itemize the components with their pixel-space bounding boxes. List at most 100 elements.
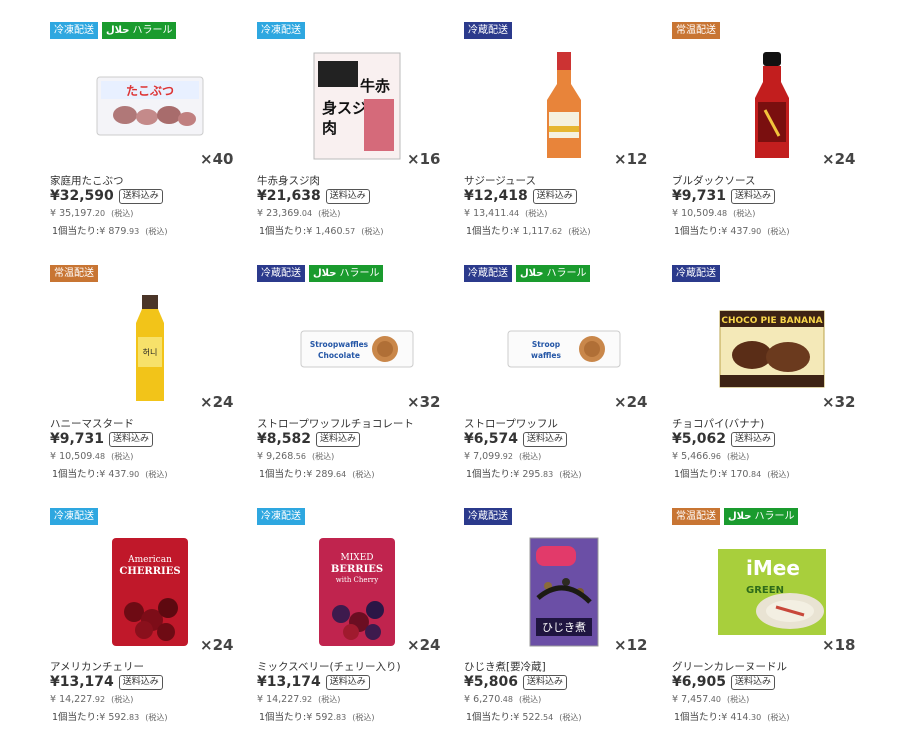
unit-price-label: 1個当たり: [259, 712, 307, 723]
product-card[interactable]: 冷蔵配送 حلال ハラール Stroop waffles ×24 ストロープワッフル… [464, 265, 664, 495]
shipping-included-badge: 送料込み [316, 431, 361, 447]
chocopie-box-icon[interactable]: CHOCO PIE BANANA [712, 289, 832, 409]
unit-tax-label: (税込) [352, 713, 375, 722]
tax-label: (税込) [733, 209, 756, 218]
unit-price-main: ¥ 414 [721, 712, 749, 723]
unit-price-decimal: .83 [333, 713, 347, 722]
tax-included-price: ¥ 13,411.44 (税込) [464, 208, 547, 219]
sauce-bottle-icon[interactable] [712, 46, 832, 166]
pack-quantity: ×12 [614, 636, 648, 654]
price: ¥32,590 [50, 188, 114, 204]
product-name[interactable]: ミックスベリー(チェリー入り) [257, 659, 401, 674]
product-card[interactable]: 常温配送 허니 ×24 ハニーマスタード ¥9,731 送料込み ¥ 10,509.48… [50, 265, 250, 495]
shipping-included-badge: 送料込み [109, 431, 154, 447]
halal-mark-icon: حلال [106, 25, 130, 36]
product-card[interactable]: 常温配送 حلال ハラール iMee GREEN ×18 グリーンカレーヌードル ¥6… [672, 508, 872, 731]
product-name[interactable]: 家庭用たこぶつ [50, 173, 124, 188]
mustard-bottle-icon[interactable]: 허니 [90, 289, 210, 409]
beef-tendon-package-icon[interactable]: 牛赤 身スジ 肉 [297, 46, 417, 166]
halal-mark-icon: حلال [313, 268, 337, 279]
product-card[interactable]: 冷蔵配送 CHOCO PIE BANANA ×32 チョコパイ(バナナ) ¥5,06… [672, 265, 872, 495]
unit-price: 1個当たり:¥ 1,117.62 (税込) [466, 223, 591, 237]
product-name[interactable]: チョコパイ(バナナ) [672, 416, 764, 431]
product-card[interactable]: 冷凍配送 MIXED BERRIES with Cherry ×24 ミックスベリ… [257, 508, 457, 731]
product-card[interactable]: 冷凍配送 American CHERRIES ×24 アメリカンチェリー ¥13,1… [50, 508, 250, 731]
svg-text:CHERRIES: CHERRIES [119, 566, 180, 577]
price: ¥9,731 [50, 431, 105, 447]
svg-text:iMee: iMee [746, 556, 800, 580]
tax-price-main: ¥ 14,227 [50, 694, 93, 705]
ambient-shipping-badge: 常温配送 [50, 265, 98, 282]
product-card[interactable]: 冷凍配送 حلال ハラール たこぶつ ×40 家庭用たこぶつ ¥32,590 送料込み ¥… [50, 22, 250, 252]
tax-label: (税込) [727, 452, 750, 461]
product-name[interactable]: グリーンカレーヌードル [672, 659, 787, 674]
product-card[interactable]: 冷蔵配送 حلال ハラール Stroopwaffles Chocolate ×32… [257, 265, 457, 495]
price: ¥12,418 [464, 188, 528, 204]
price-row: ¥8,582 送料込み [257, 431, 361, 447]
shipping-included-badge: 送料込み [118, 674, 163, 690]
tax-price-main: ¥ 14,227 [257, 694, 300, 705]
halal-mark-icon: حلال [520, 268, 544, 279]
product-name[interactable]: ひじき煮[要冷蔵] [464, 659, 546, 674]
unit-tax-label: (税込) [145, 227, 168, 236]
noodle-package-icon[interactable]: iMee GREEN [712, 532, 832, 652]
price-row: ¥13,174 送料込み [257, 674, 370, 690]
svg-text:たこぶつ: たこぶつ [126, 84, 174, 98]
pack-quantity: ×12 [614, 150, 648, 168]
tax-label: (税込) [519, 695, 542, 704]
tax-price-main: ¥ 7,457 [672, 694, 709, 705]
product-name[interactable]: ストロープワッフル [464, 416, 558, 431]
hijiki-pack-icon[interactable]: ひじき煮 [504, 532, 624, 652]
product-name[interactable]: ストロープワッフルチョコレート [257, 416, 414, 431]
unit-price-label: 1個当たり: [674, 712, 722, 723]
product-name[interactable]: サジージュース [464, 173, 536, 188]
unit-price-label: 1個当たり: [466, 469, 514, 480]
shipping-badges: 常温配送 [50, 265, 98, 282]
product-name[interactable]: ハニーマスタード [50, 416, 134, 431]
product-card[interactable]: 冷蔵配送 ひじき煮 ×12 ひじき煮[要冷蔵] ¥5,806 送料込み ¥ 6,270.… [464, 508, 664, 731]
tax-label: (税込) [312, 452, 335, 461]
unit-price-main: ¥ 592 [306, 712, 334, 723]
juice-bottle-icon[interactable] [504, 46, 624, 166]
product-name[interactable]: アメリカンチェリー [50, 659, 144, 674]
price: ¥13,174 [50, 674, 114, 690]
tax-price-decimal: .48 [92, 452, 106, 461]
octopus-package-icon[interactable]: たこぶつ [90, 46, 210, 166]
unit-price-main: ¥ 592 [99, 712, 127, 723]
price-row: ¥5,062 送料込み [672, 431, 776, 447]
unit-price-label: 1個当たり: [674, 469, 722, 480]
shipping-badges: 冷凍配送 [257, 22, 305, 39]
shipping-included-badge: 送料込み [523, 431, 568, 447]
chilled-shipping-badge: 冷蔵配送 [672, 265, 720, 282]
halal-label: ハラール [546, 268, 587, 279]
shipping-included-badge: 送料込み [325, 188, 370, 204]
product-card[interactable]: 冷蔵配送 ×12 サジージュース ¥12,418 送料込み ¥ 13,411.44 (税… [464, 22, 664, 252]
product-card[interactable]: 常温配送 ×24 ブルダックソース ¥9,731 送料込み ¥ 10,509.48 (税… [672, 22, 872, 252]
price-row: ¥13,174 送料込み [50, 674, 163, 690]
price: ¥21,638 [257, 188, 321, 204]
waffle-package-icon[interactable]: Stroop waffles [504, 289, 624, 409]
price: ¥5,806 [464, 674, 519, 690]
pack-quantity: ×24 [822, 150, 856, 168]
halal-badge: حلال ハラール [102, 22, 177, 39]
unit-price-label: 1個当たり: [466, 226, 514, 237]
waffle-package-icon[interactable]: Stroopwaffles Chocolate [297, 289, 417, 409]
product-name[interactable]: 牛赤身スジ肉 [257, 173, 320, 188]
svg-text:牛赤: 牛赤 [360, 77, 390, 95]
tax-price-decimal: .92 [92, 695, 106, 704]
price: ¥9,731 [672, 188, 727, 204]
svg-text:肉: 肉 [322, 119, 337, 137]
product-card[interactable]: 冷凍配送 牛赤 身スジ 肉 ×16 牛赤身スジ肉 ¥21,638 送料込み ¥ 23,3… [257, 22, 457, 252]
tax-price-decimal: .96 [708, 452, 721, 461]
berries-bag-icon[interactable]: MIXED BERRIES with Cherry [297, 532, 417, 652]
product-name[interactable]: ブルダックソース [672, 173, 755, 188]
cherry-bag-icon[interactable]: American CHERRIES [90, 532, 210, 652]
tax-label: (税込) [525, 209, 548, 218]
chilled-shipping-badge: 冷蔵配送 [464, 265, 512, 282]
shipping-badges: 常温配送 [672, 22, 720, 39]
tax-price-main: ¥ 5,466 [672, 451, 709, 462]
unit-price: 1個当たり:¥ 592.83 (税込) [259, 709, 374, 723]
price-row: ¥12,418 送料込み [464, 188, 577, 204]
tax-label: (税込) [727, 695, 750, 704]
pack-quantity: ×32 [822, 393, 856, 411]
